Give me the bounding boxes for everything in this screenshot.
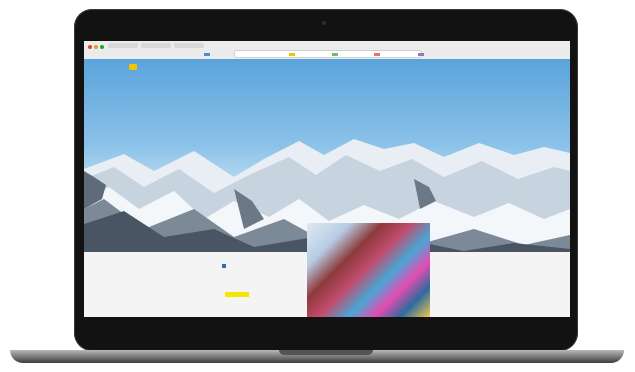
promo-photo <box>307 223 430 317</box>
close-window-button[interactable] <box>88 45 92 49</box>
webcam <box>322 21 326 25</box>
browser-tab[interactable] <box>108 43 138 48</box>
window-controls <box>88 45 104 49</box>
browser-tabs <box>108 43 368 49</box>
laptop-hinge-notch <box>279 350 373 355</box>
bookmark-item[interactable] <box>289 53 295 56</box>
browser-toolbar <box>84 41 570 60</box>
bookmark-item[interactable] <box>374 53 380 56</box>
promo-badge <box>222 264 226 268</box>
laptop-screen <box>84 41 570 317</box>
logo-mark <box>129 64 137 70</box>
maximize-window-button[interactable] <box>100 45 104 49</box>
bookmark-item[interactable] <box>418 53 424 56</box>
browser-tab[interactable] <box>174 43 204 48</box>
address-bar[interactable] <box>234 50 422 58</box>
bookmark-item[interactable] <box>332 53 338 56</box>
promo-cta-button[interactable] <box>225 292 249 297</box>
bookmark-item[interactable] <box>204 53 210 56</box>
laptop-mockup <box>0 0 635 372</box>
browser-tab[interactable] <box>141 43 171 48</box>
minimize-window-button[interactable] <box>94 45 98 49</box>
